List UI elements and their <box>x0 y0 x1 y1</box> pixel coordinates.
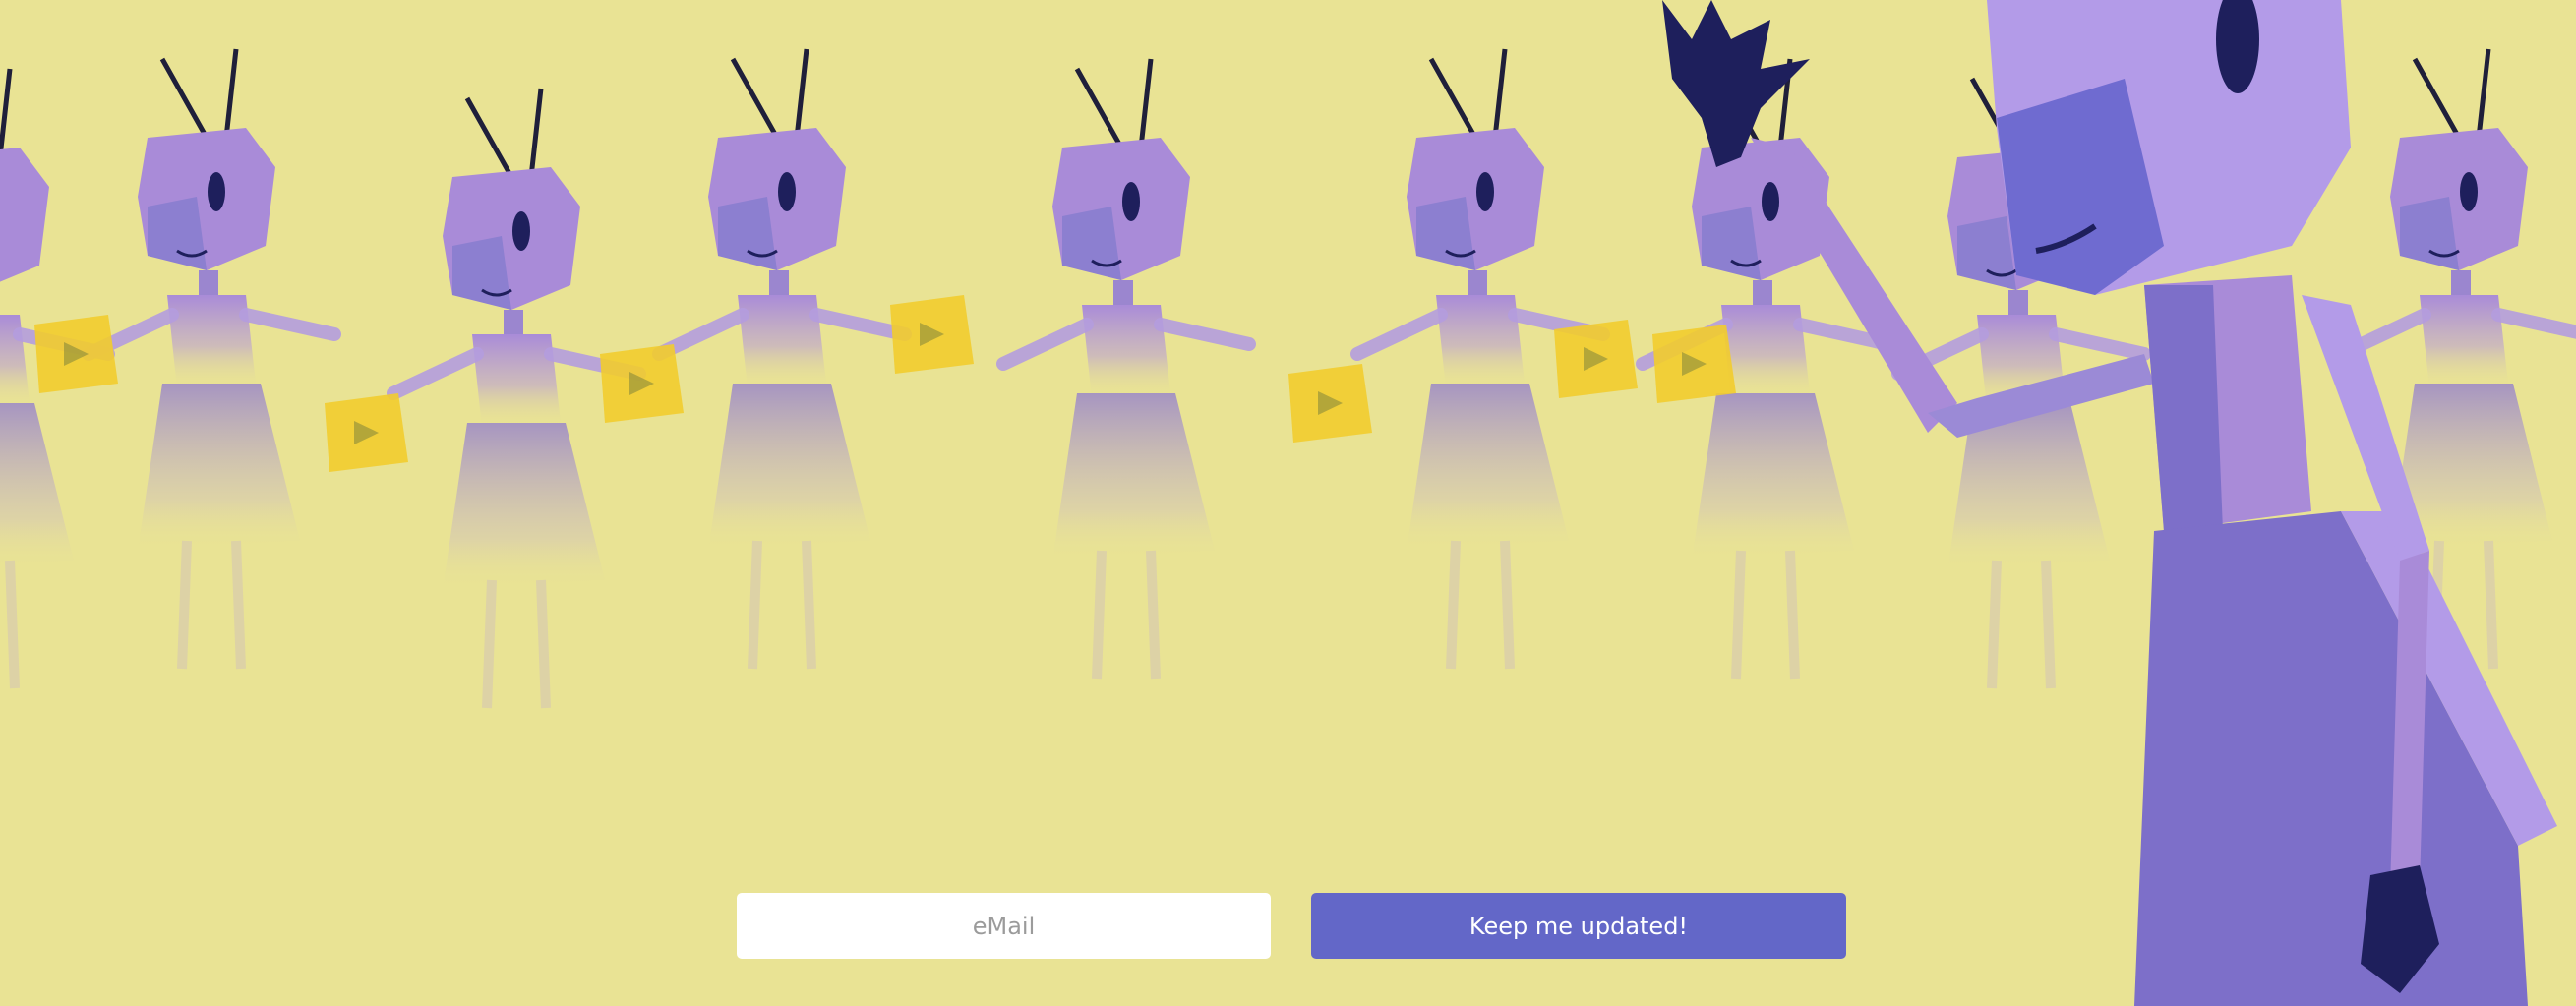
card-icon-4 <box>890 295 974 374</box>
landing-page: Keep me updated! <box>0 0 2576 1006</box>
robot-ants-illustration <box>0 0 2576 1006</box>
email-input[interactable] <box>737 893 1271 959</box>
keep-me-updated-button[interactable]: Keep me updated! <box>1311 893 1846 959</box>
newsletter-signup-form: Keep me updated! <box>737 893 1846 959</box>
card-icon-5 <box>1288 364 1372 443</box>
card-icon-1 <box>34 315 118 393</box>
card-icon-2 <box>325 393 408 472</box>
robot-ant-2 <box>393 89 639 708</box>
card-icon-7 <box>1652 325 1736 403</box>
card-icon-3 <box>600 344 684 423</box>
robot-ant-4 <box>1003 59 1249 679</box>
card-icon-6 <box>1554 320 1638 398</box>
robot-ant-3 <box>659 49 905 669</box>
robot-ant-1 <box>89 49 334 669</box>
